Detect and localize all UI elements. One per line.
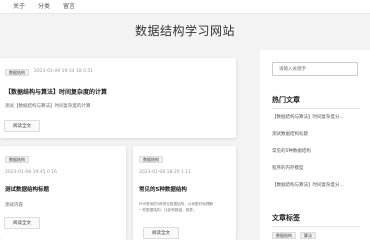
search-input[interactable] xyxy=(272,62,358,76)
site-title: 数据结构学习网站 xyxy=(134,24,235,38)
hot-articles-heading: 热门文章 xyxy=(272,96,300,104)
post-card-3: 数据结构 2023-01-08 18:20 1 11 常见的5种数据结构 PHP… xyxy=(133,146,236,240)
read-more-button[interactable]: 阅读全文 xyxy=(4,120,40,132)
sidebar: 热门文章 【数据结构与算法】时间复杂度分... 测试数据结构标题 常见的5种数据… xyxy=(260,50,370,240)
hot-article-link[interactable]: 程序的内存模型 xyxy=(272,165,304,171)
read-more-button[interactable]: 阅读全文 xyxy=(4,217,40,229)
post-title[interactable]: 测试数据结构标题 xyxy=(5,185,49,193)
post-title[interactable]: 常见的5种数据结构 xyxy=(139,185,187,193)
top-nav: 关于 分类 留言 xyxy=(0,0,370,14)
nav-category[interactable]: 分类 xyxy=(38,2,50,11)
tags-heading: 文章标签 xyxy=(272,214,300,222)
sidebar-tag[interactable]: 数据结构 xyxy=(272,232,296,239)
hot-article-link[interactable]: 【数据结构与算法】时间复杂度分... xyxy=(272,114,344,120)
post-tag[interactable]: 数据结构 xyxy=(5,69,29,76)
divider xyxy=(272,226,360,227)
post-card-2: 数据结构 2023-01-08 19:45 0 16 测试数据结构标题 测试内容… xyxy=(0,146,126,240)
nav-about[interactable]: 关于 xyxy=(13,2,25,11)
hot-article-link[interactable]: 测试数据结构标题 xyxy=(272,131,308,137)
post-date: 2023-01-08 18:20 1 11 xyxy=(139,170,192,175)
divider xyxy=(272,108,360,109)
hot-article-link[interactable]: 【数据结构与算法】时间复杂度分... xyxy=(272,182,344,188)
post-excerpt: PHP常用的5种常见数据结构，从而更好地理解一些数据结构，比如有数组、链表... xyxy=(139,202,214,212)
post-excerpt: 测试【数据结构与算法】时间复杂度的计算 xyxy=(5,104,91,109)
hot-article-link[interactable]: 常见的5种数据结构 xyxy=(272,148,311,154)
nav-message[interactable]: 留言 xyxy=(63,2,75,11)
post-title[interactable]: 【数据结构与算法】时间复杂度的计算 xyxy=(5,87,107,96)
post-tag[interactable]: 数据结构 xyxy=(5,156,29,163)
post-date: 2023-01-08 19:45 0 16 xyxy=(5,170,58,175)
post-excerpt: 测试内容 xyxy=(5,203,23,208)
sidebar-tag[interactable]: 算法 xyxy=(300,232,316,239)
read-more-button[interactable]: 阅读全文 xyxy=(143,227,179,239)
post-tag[interactable]: 数据结构 xyxy=(139,156,163,163)
post-date: 2023-01-09 19:34 18 0.51 xyxy=(34,69,94,74)
post-card-1: 数据结构 2023-01-09 19:34 18 0.51 【数据结构与算法】时… xyxy=(0,58,236,138)
